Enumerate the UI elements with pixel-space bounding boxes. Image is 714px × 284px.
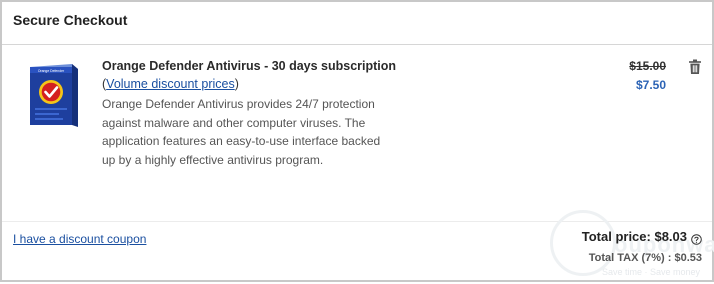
total-price: Total price: $8.03 [581, 229, 687, 244]
volume-discount-link[interactable]: Volume discount prices [106, 77, 235, 91]
discount-coupon-link[interactable]: I have a discount coupon [13, 232, 146, 246]
trash-icon-svg [689, 59, 701, 74]
total-tax: Total TAX (7%) : $0.53 [588, 252, 702, 264]
checkout-panel: Secure Checkout Orange Defender Orange D… [0, 0, 714, 282]
watermark-tagline: Save time · Save money [602, 267, 701, 277]
trash-icon[interactable] [688, 59, 702, 75]
help-circle-icon[interactable] [691, 232, 702, 245]
footer-divider [2, 221, 712, 222]
help-icon-svg [691, 233, 702, 245]
software-box-icon: Orange Defender [24, 63, 82, 129]
total-price-row: Total price: $8.03 [582, 228, 702, 246]
product-name: Orange Defender Antivirus - 30 days subs… [102, 59, 397, 73]
page-title: Secure Checkout [13, 12, 128, 28]
box-brand-label: Orange Defender [38, 69, 65, 73]
product-description: Orange Defender Antivirus provides 24/7 … [102, 97, 381, 167]
totals: Total price: $8.03 Total TAX (7%) : $0.5… [582, 228, 702, 266]
discount-line: (Volume discount prices) [102, 75, 402, 94]
new-price: $7.50 [635, 78, 666, 92]
checkout-header: Secure Checkout [2, 2, 712, 45]
product-info: Orange Defender Antivirus - 30 days subs… [102, 58, 402, 169]
price-column: $15.00 $7.50 [629, 59, 666, 93]
discount-close-paren: ) [234, 77, 239, 91]
old-price: $15.00 [629, 59, 666, 73]
product-box-svg: Orange Defender [30, 64, 78, 127]
